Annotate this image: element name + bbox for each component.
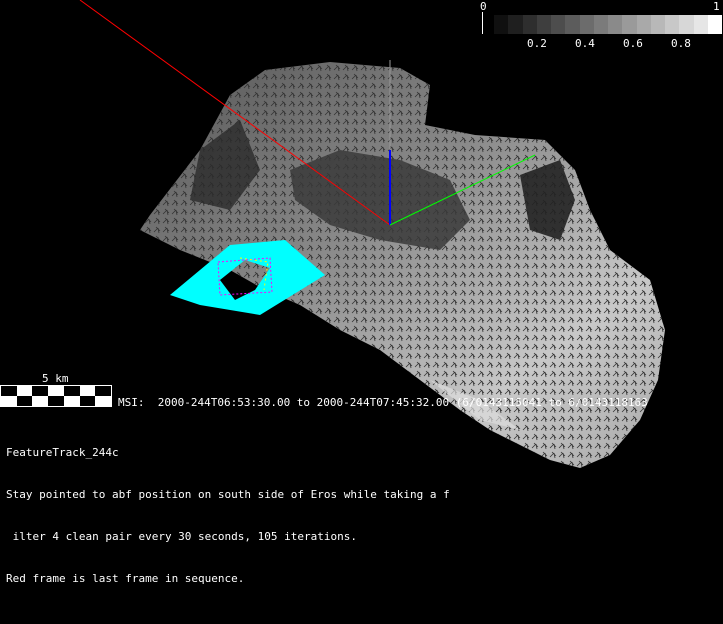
colorbar-zero-tick (482, 12, 483, 34)
colorbar-step (693, 15, 708, 34)
scale-bar-segment (79, 396, 96, 406)
scale-bar-segment (1, 396, 17, 406)
colorbar-tick-label: 0.4 (575, 37, 595, 50)
colorbar-tick-label: 0.8 (671, 37, 691, 50)
scale-bar-segment (32, 386, 49, 396)
colorbar-step (636, 15, 651, 34)
colorbar-step (536, 15, 551, 34)
scale-bar-segment (1, 386, 17, 396)
sequence-description: FeatureTrack_244c Stay pointed to abf po… (6, 418, 450, 600)
colorbar-min-label: 0 (480, 0, 487, 13)
description-line: Stay pointed to abf position on south si… (6, 488, 450, 501)
colorbar-step (522, 15, 537, 34)
scale-bar-segment (48, 396, 64, 406)
scale-bar (0, 385, 112, 407)
scale-bar-segment (79, 386, 96, 396)
colorbar-tick-label: 0.2 (527, 37, 547, 50)
msi-time-range: MSI: 2000-244T06:53:30.00 to 2000-244T07… (118, 396, 648, 409)
scale-bar-segment (95, 386, 111, 396)
description-line: Red frame is last frame in sequence. (6, 572, 245, 585)
colorbar-step (679, 15, 694, 34)
colorbar-max-label: 1 (713, 0, 720, 13)
colorbar-step (551, 15, 566, 34)
colorbar-step (579, 15, 594, 34)
scale-bar-segment (63, 396, 80, 406)
colorbar-step (707, 15, 722, 34)
colorbar-step (494, 15, 509, 34)
scale-bar-segment (63, 386, 80, 396)
colorbar-step (593, 15, 608, 34)
description-line: ilter 4 clean pair every 30 seconds, 105… (6, 530, 357, 543)
scale-bar-segment (48, 386, 64, 396)
scale-bar-segment (32, 396, 49, 406)
colorbar-step (565, 15, 580, 34)
scale-bar-segment (95, 396, 111, 406)
colorbar-step (608, 15, 623, 34)
colorbar-step (665, 15, 680, 34)
colorbar-step (622, 15, 637, 34)
colorbar-tick-label: 0.6 (623, 37, 643, 50)
colorbar-step (650, 15, 665, 34)
colorbar-step (508, 15, 523, 34)
sequence-title: FeatureTrack_244c (6, 446, 119, 459)
scale-bar-label: 5 km (42, 372, 69, 385)
scale-bar-segment (16, 386, 33, 396)
scale-bar-segment (16, 396, 33, 406)
colorbar (494, 15, 722, 34)
